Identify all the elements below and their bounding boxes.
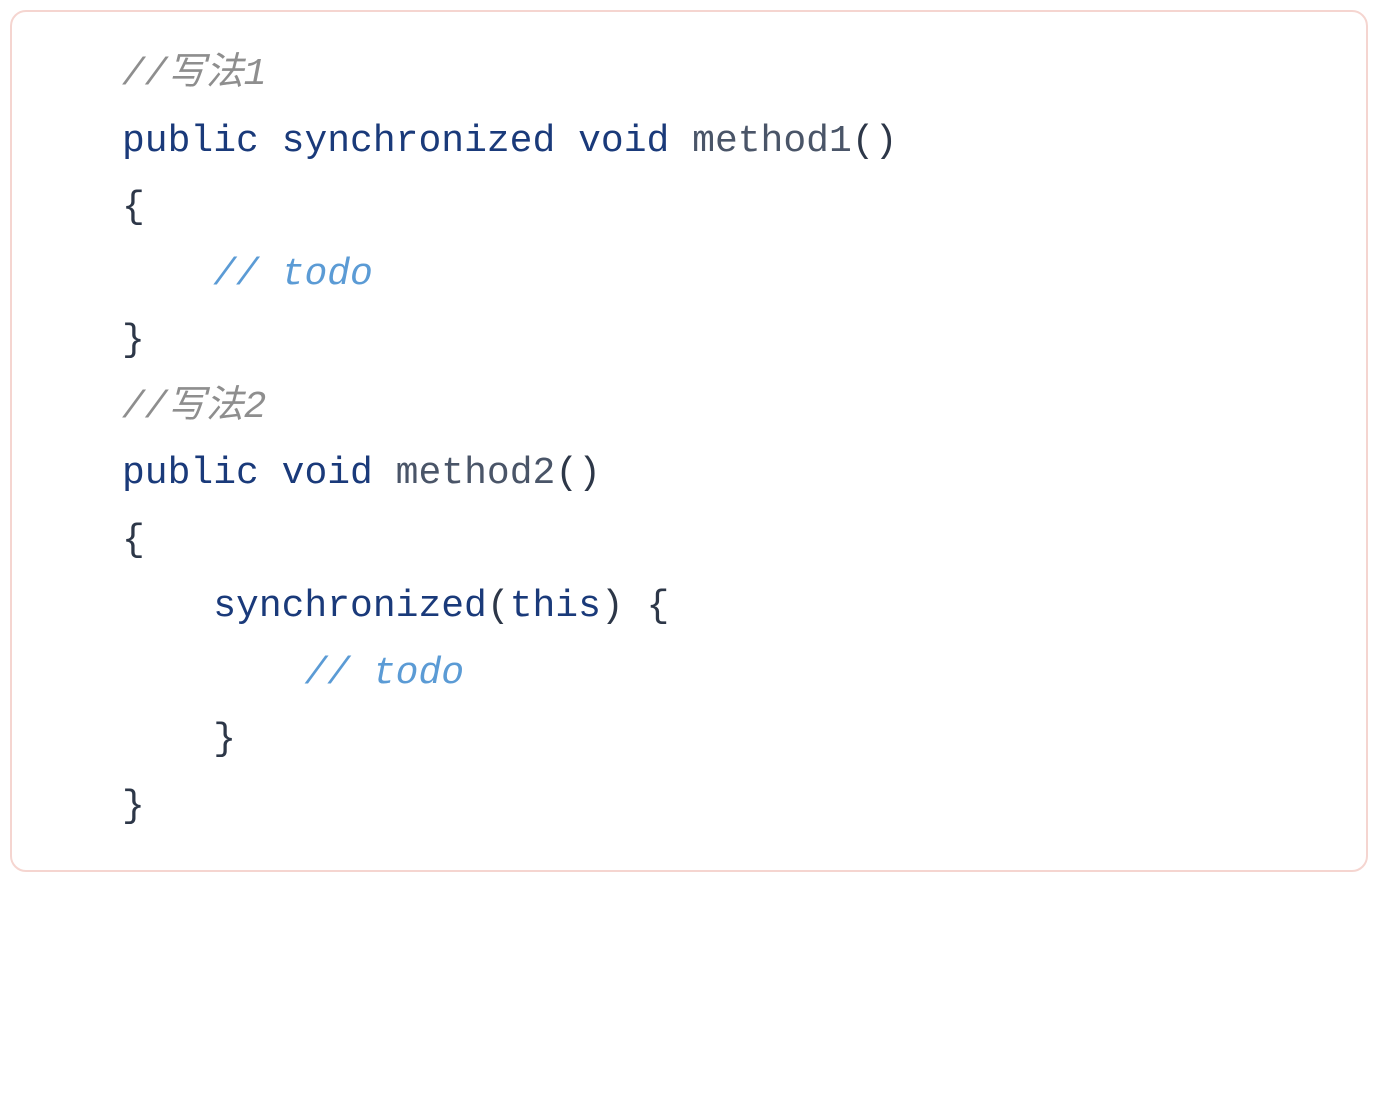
code-line-10: // todo bbox=[122, 641, 1336, 708]
comment-text: //写法2 bbox=[122, 386, 266, 429]
code-line-11: } bbox=[122, 707, 1336, 774]
code-line-6: //写法2 bbox=[122, 375, 1336, 442]
code-line-12: } bbox=[122, 774, 1336, 841]
code-line-9: synchronized(this) { bbox=[122, 574, 1336, 641]
code-line-2: public synchronized void method1() bbox=[122, 109, 1336, 176]
comment-text: //写法1 bbox=[122, 53, 266, 96]
code-line-3: { bbox=[122, 175, 1336, 242]
code-line-1: //写法1 bbox=[122, 42, 1336, 109]
code-line-4: // todo bbox=[122, 242, 1336, 309]
code-block: //写法1 public synchronized void method1()… bbox=[10, 10, 1368, 872]
code-line-5: } bbox=[122, 308, 1336, 375]
todo-comment: // todo bbox=[213, 253, 373, 296]
code-line-7: public void method2() bbox=[122, 441, 1336, 508]
code-line-8: { bbox=[122, 508, 1336, 575]
todo-comment: // todo bbox=[304, 652, 464, 695]
